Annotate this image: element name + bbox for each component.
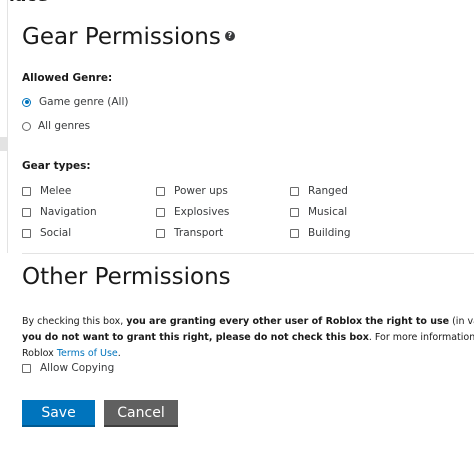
left-frame-line <box>7 0 8 253</box>
allow-copying-label: Allow Copying <box>40 362 115 374</box>
checkbox-explosives[interactable] <box>156 207 165 217</box>
gear-permissions-title-text: Gear Permissions <box>22 24 221 50</box>
disclaimer-line-1: By checking this box, you are granting e… <box>22 314 474 330</box>
gear-type-transport[interactable]: Transport <box>156 227 223 239</box>
gear-type-power-ups[interactable]: Power ups <box>156 185 228 197</box>
gear-type-musical[interactable]: Musical <box>290 206 347 218</box>
left-frame-tab <box>0 137 7 151</box>
disclaimer-text: By checking this box, <box>22 316 127 327</box>
gear-type-building[interactable]: Building <box>290 227 351 239</box>
disclaimer-line-2: you do not want to grant this right, ple… <box>22 330 474 346</box>
checkbox-melee[interactable] <box>22 186 31 196</box>
gear-types-label: Gear types: <box>22 160 91 172</box>
radio-game-genre[interactable] <box>22 97 31 107</box>
copying-disclaimer: By checking this box, you are granting e… <box>22 314 474 362</box>
page: lace Gear Permissions? Allowed Genre: Ga… <box>0 0 474 467</box>
checkbox-power-ups[interactable] <box>156 186 165 196</box>
gear-type-label: Power ups <box>174 185 228 197</box>
gear-type-label: Ranged <box>308 185 348 197</box>
checkbox-allow-copying[interactable] <box>22 363 31 373</box>
checkbox-ranged[interactable] <box>290 186 299 196</box>
gear-type-explosives[interactable]: Explosives <box>156 206 229 218</box>
cancel-button[interactable]: Cancel <box>104 400 178 427</box>
checkbox-building[interactable] <box>290 228 299 238</box>
gear-type-label: Transport <box>174 227 224 239</box>
gear-type-label: Melee <box>40 185 72 197</box>
disclaimer-bold-text: you do not want to grant this right, ple… <box>22 332 369 343</box>
genre-option-all-genres[interactable]: All genres <box>22 120 90 132</box>
genre-option-label: Game genre (All) <box>39 96 129 108</box>
gear-permissions-title: Gear Permissions? <box>22 24 235 50</box>
gear-type-label: Navigation <box>40 206 97 218</box>
disclaimer-bold-text: you are granting every other user of Rob… <box>126 316 450 327</box>
save-button[interactable]: Save <box>22 400 95 427</box>
page-heading-cropped: lace <box>9 0 48 6</box>
gear-type-social[interactable]: Social <box>22 227 71 239</box>
gear-type-ranged[interactable]: Ranged <box>290 185 348 197</box>
disclaimer-text: . For more information about s <box>368 332 474 343</box>
checkbox-social[interactable] <box>22 228 31 238</box>
allow-copying-option[interactable]: Allow Copying <box>22 362 114 374</box>
checkbox-navigation[interactable] <box>22 207 31 217</box>
gear-type-label: Explosives <box>174 206 230 218</box>
help-icon[interactable]: ? <box>224 30 235 41</box>
other-permissions-title: Other Permissions <box>22 264 231 290</box>
gear-type-label: Social <box>40 227 72 239</box>
gear-type-navigation[interactable]: Navigation <box>22 206 97 218</box>
gear-type-label: Building <box>308 227 351 239</box>
radio-all-genres[interactable] <box>22 121 31 131</box>
disclaimer-text: Roblox <box>22 348 57 359</box>
allowed-genre-label: Allowed Genre: <box>22 72 113 84</box>
checkbox-transport[interactable] <box>156 228 165 238</box>
disclaimer-text: . <box>117 348 121 359</box>
disclaimer-text: (in various wa <box>452 316 474 327</box>
section-divider <box>22 253 474 254</box>
gear-type-label: Musical <box>308 206 348 218</box>
disclaimer-line-3: Roblox Terms of Use. <box>22 346 474 362</box>
terms-of-use-link[interactable]: Terms of Use <box>57 348 118 359</box>
genre-option-label: All genres <box>38 120 91 132</box>
gear-type-melee[interactable]: Melee <box>22 185 71 197</box>
checkbox-musical[interactable] <box>290 207 299 217</box>
genre-option-game-genre[interactable]: Game genre (All) <box>22 96 128 108</box>
